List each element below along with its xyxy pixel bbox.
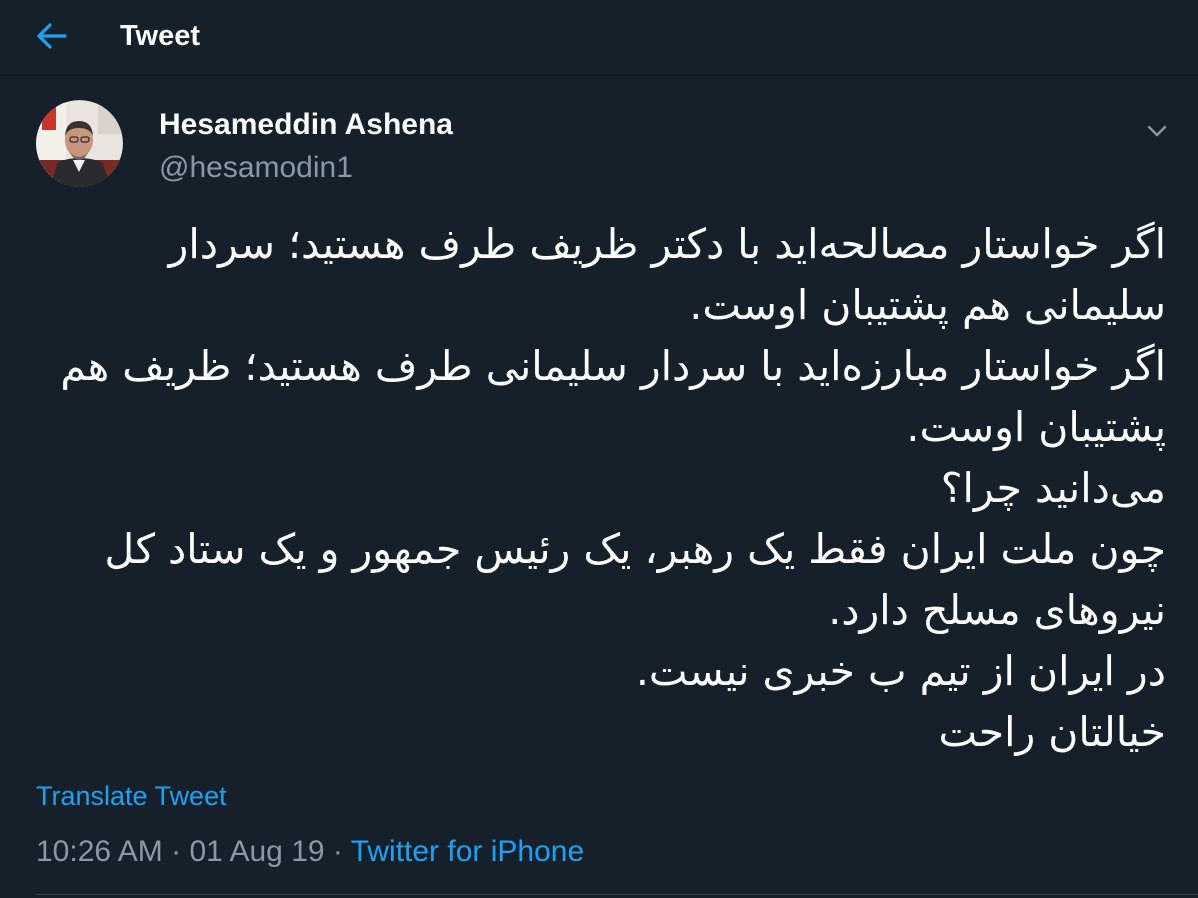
translate-tweet-link[interactable]: Translate Tweet <box>36 779 227 813</box>
tweet-meta: 10:26 AM · 01 Aug 19 · Twitter for iPhon… <box>36 833 584 871</box>
tweet-line: پشتیبان اوست. <box>906 403 1166 451</box>
tweet-source-link[interactable]: Twitter for iPhone <box>351 835 584 868</box>
arrow-left-icon <box>37 23 67 49</box>
tweet-line: می‌دانید چرا؟ <box>940 464 1166 512</box>
tweet-text: اگر خواستار مصالحه‌اید با دکتر ظریف طرف … <box>60 214 1166 763</box>
meta-separator: · <box>324 835 351 868</box>
tweet-menu-button[interactable] <box>1140 114 1174 148</box>
page-title: Tweet <box>120 20 201 52</box>
tweet-line: چون ملت ایران فقط یک رهبر، یک رئیس جمهور… <box>104 525 1166 573</box>
tweet-line: نیروهای مسلح دارد. <box>828 586 1166 634</box>
meta-separator: · <box>162 835 190 868</box>
tweet-line: خیالتان راحت <box>938 708 1166 756</box>
avatar-photo <box>36 100 123 187</box>
tweet-line: سلیمانی هم پشتیبان اوست. <box>689 281 1166 329</box>
tweet-date: 01 Aug 19 <box>189 835 325 868</box>
tweet-line: اگر خواستار مبارزه‌اید با سردار سلیمانی … <box>60 342 1166 390</box>
back-button[interactable] <box>28 14 76 58</box>
tweet-line: اگر خواستار مصالحه‌اید با دکتر ظریف طرف … <box>168 220 1166 268</box>
tweet-line: در ایران از تیم ب خبری نیست. <box>635 647 1166 695</box>
tweet-detail-screen: Tweet Hesameddin Ashena @hesamodin1 اگر … <box>0 0 1198 898</box>
tweet-time: 10:26 AM <box>36 835 163 868</box>
avatar[interactable] <box>36 100 123 187</box>
author-handle[interactable]: @hesamodin1 <box>159 150 353 186</box>
author-name[interactable]: Hesameddin Ashena <box>159 107 453 143</box>
chevron-down-icon <box>1147 125 1167 137</box>
divider <box>36 894 1198 895</box>
top-bar: Tweet <box>0 0 1198 76</box>
